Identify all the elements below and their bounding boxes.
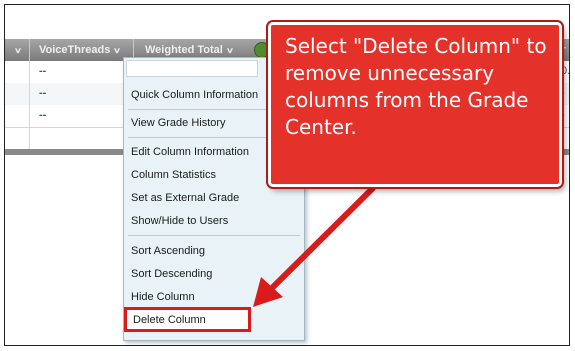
instruction-callout: Select "Delete Column" to remove unneces… — [268, 22, 562, 187]
callout-text: Select "Delete Column" to remove unneces… — [285, 34, 547, 139]
arrow-shaft — [270, 185, 376, 290]
screenshot-frame: ∨ VoiceThreads∨ Weighted Total∨ Gr -- 0.… — [4, 4, 570, 346]
